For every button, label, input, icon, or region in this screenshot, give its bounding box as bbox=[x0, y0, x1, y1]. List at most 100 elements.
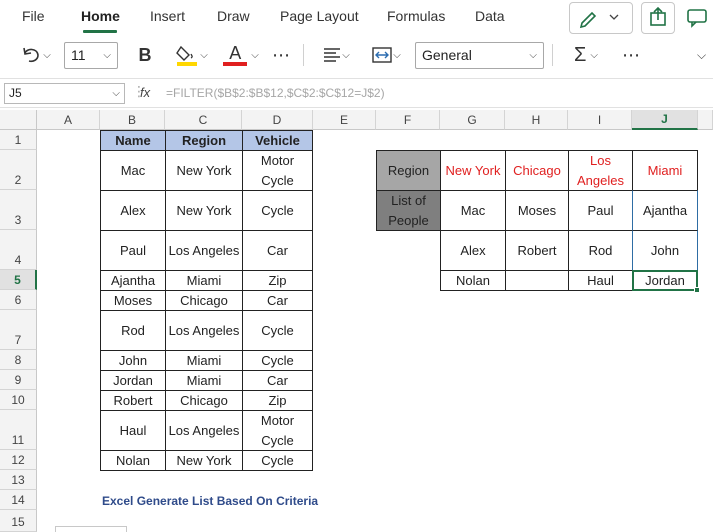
row-header-13[interactable]: 13 bbox=[0, 470, 37, 490]
row-header-9[interactable]: 9 bbox=[0, 370, 37, 390]
row-header-2[interactable]: 2 bbox=[0, 150, 37, 190]
row-header-10[interactable]: 10 bbox=[0, 390, 37, 410]
result-cell[interactable]: Alex bbox=[440, 230, 506, 271]
table-cell-name[interactable]: Ajantha bbox=[100, 270, 166, 291]
autosum-button[interactable]: Σ ⌵ bbox=[564, 40, 608, 70]
table-cell-name[interactable]: Haul bbox=[100, 410, 166, 451]
more-options-button-2[interactable]: ⋯ bbox=[616, 40, 646, 70]
table-cell-name[interactable]: Paul bbox=[100, 230, 166, 271]
column-header-c[interactable]: C bbox=[165, 110, 242, 130]
formula-input[interactable]: =FILTER($B$2:$B$12,$C$2:$C$12=J$2) bbox=[166, 86, 385, 100]
column-header-a[interactable]: A bbox=[37, 110, 100, 130]
active-cell-j5[interactable]: Jordan bbox=[632, 270, 698, 291]
table-cell-name[interactable]: Jordan bbox=[100, 370, 166, 391]
table-cell-vehicle[interactable]: Car bbox=[242, 230, 313, 271]
column-header-h[interactable]: H bbox=[505, 110, 568, 130]
result-cell[interactable] bbox=[505, 270, 569, 291]
region-cell-los-angeles[interactable]: Los Angeles bbox=[568, 150, 633, 191]
table-cell-vehicle[interactable]: Motor Cycle bbox=[242, 150, 313, 191]
fill-color-button[interactable]: ⌵ bbox=[170, 40, 212, 70]
column-header-j[interactable]: J bbox=[632, 110, 698, 130]
table-cell-region[interactable]: Miami bbox=[165, 370, 243, 391]
table-cell-vehicle[interactable]: Car bbox=[242, 290, 313, 311]
table-cell-name[interactable]: Rod bbox=[100, 310, 166, 351]
table-cell-vehicle[interactable]: Zip bbox=[242, 390, 313, 411]
table-cell-region[interactable]: New York bbox=[165, 450, 243, 471]
sheet-tab[interactable] bbox=[55, 526, 127, 532]
column-header-e[interactable]: E bbox=[313, 110, 376, 130]
tab-file[interactable]: File bbox=[22, 8, 45, 24]
merge-button[interactable]: ⌵ bbox=[364, 40, 408, 70]
table-cell-vehicle[interactable]: Cycle bbox=[242, 190, 313, 231]
table-cell-name[interactable]: Mac bbox=[100, 150, 166, 191]
row-header-11[interactable]: 11 bbox=[0, 410, 37, 450]
result-cell[interactable]: John bbox=[632, 230, 698, 271]
column-header-k[interactable] bbox=[698, 110, 713, 130]
font-size-select[interactable]: 11 ⌵ bbox=[64, 42, 118, 69]
table-cell-vehicle[interactable]: Motor Cycle bbox=[242, 410, 313, 451]
region-cell-new-york[interactable]: New York bbox=[440, 150, 506, 191]
font-color-button[interactable]: A ⌵ bbox=[220, 40, 262, 70]
number-format-select[interactable]: General ⌵ bbox=[415, 42, 544, 69]
table-cell-vehicle[interactable]: Cycle bbox=[242, 350, 313, 371]
tab-home[interactable]: Home bbox=[81, 8, 120, 24]
tab-formulas[interactable]: Formulas bbox=[387, 8, 445, 24]
row-header-8[interactable]: 8 bbox=[0, 350, 37, 370]
table-cell-region[interactable]: Chicago bbox=[165, 390, 243, 411]
column-header-b[interactable]: B bbox=[100, 110, 165, 130]
spreadsheet-grid[interactable]: A B C D E F G H I J 1 2 3 4 5 6 7 8 9 10… bbox=[0, 110, 713, 532]
table-cell-vehicle[interactable]: Cycle bbox=[242, 310, 313, 351]
table-cell-region[interactable]: Chicago bbox=[165, 290, 243, 311]
row-header-12[interactable]: 12 bbox=[0, 450, 37, 470]
region-cell-miami[interactable]: Miami bbox=[632, 150, 698, 191]
result-cell[interactable]: Mac bbox=[440, 190, 506, 231]
row-header-3[interactable]: 3 bbox=[0, 190, 37, 230]
row-header-15[interactable]: 15 bbox=[0, 510, 37, 532]
row-header-7[interactable]: 7 bbox=[0, 310, 37, 350]
table-cell-name[interactable]: John bbox=[100, 350, 166, 371]
tab-data[interactable]: Data bbox=[475, 8, 505, 24]
tab-draw[interactable]: Draw bbox=[217, 8, 250, 24]
table-cell-name[interactable]: Nolan bbox=[100, 450, 166, 471]
row-header-14[interactable]: 14 bbox=[0, 490, 37, 510]
result-cell[interactable]: Haul bbox=[568, 270, 633, 291]
table-cell-region[interactable]: New York bbox=[165, 150, 243, 191]
column-header-g[interactable]: G bbox=[440, 110, 505, 130]
fx-icon[interactable]: fx bbox=[140, 85, 150, 100]
result-cell[interactable]: Moses bbox=[505, 190, 569, 231]
fill-handle[interactable] bbox=[694, 287, 700, 293]
result-cell[interactable]: Ajantha bbox=[632, 190, 698, 231]
draw-pen-button[interactable] bbox=[569, 2, 633, 34]
table-header-name[interactable]: Name bbox=[100, 130, 166, 151]
row-header-6[interactable]: 6 bbox=[0, 290, 37, 310]
table-cell-region[interactable]: Miami bbox=[165, 270, 243, 291]
table-cell-vehicle[interactable]: Zip bbox=[242, 270, 313, 291]
table-cell-vehicle[interactable]: Car bbox=[242, 370, 313, 391]
tab-page-layout[interactable]: Page Layout bbox=[280, 8, 359, 24]
tab-insert[interactable]: Insert bbox=[150, 8, 185, 24]
table-cell-region[interactable]: Los Angeles bbox=[165, 230, 243, 271]
row-header-1[interactable]: 1 bbox=[0, 130, 37, 150]
result-cell[interactable]: Paul bbox=[568, 190, 633, 231]
share-button[interactable] bbox=[641, 2, 675, 34]
table-header-vehicle[interactable]: Vehicle bbox=[242, 130, 313, 151]
more-options-button[interactable]: ⋯ bbox=[266, 40, 296, 70]
align-button[interactable]: ⌵ bbox=[314, 40, 358, 70]
table-header-region[interactable]: Region bbox=[165, 130, 243, 151]
table-cell-region[interactable]: Miami bbox=[165, 350, 243, 371]
undo-button[interactable]: ⌵ bbox=[14, 40, 58, 70]
table-cell-region[interactable]: Los Angeles bbox=[165, 310, 243, 351]
column-header-i[interactable]: I bbox=[568, 110, 632, 130]
table-cell-name[interactable]: Alex bbox=[100, 190, 166, 231]
result-cell[interactable]: Nolan bbox=[440, 270, 506, 291]
region-cell-chicago[interactable]: Chicago bbox=[505, 150, 569, 191]
table-cell-name[interactable]: Robert bbox=[100, 390, 166, 411]
select-all-corner[interactable] bbox=[0, 110, 37, 130]
result-cell[interactable]: Rod bbox=[568, 230, 633, 271]
table-cell-name[interactable]: Moses bbox=[100, 290, 166, 311]
bold-button[interactable]: B bbox=[132, 40, 158, 70]
column-header-f[interactable]: F bbox=[376, 110, 440, 130]
people-label-cell[interactable]: List of People bbox=[376, 190, 441, 231]
ribbon-expand-button[interactable]: ⌵ bbox=[690, 40, 713, 70]
table-cell-region[interactable]: New York bbox=[165, 190, 243, 231]
